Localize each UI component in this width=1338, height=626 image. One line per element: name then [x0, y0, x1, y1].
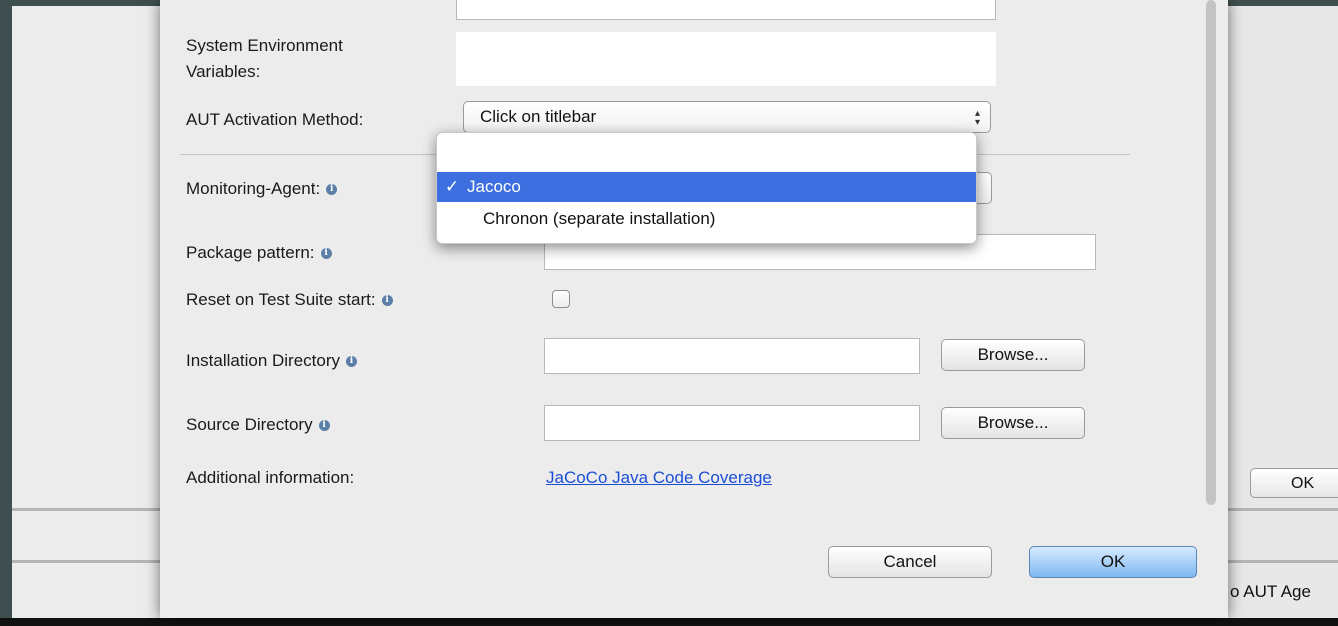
installation-dir-label-text: Installation Directory [186, 351, 341, 370]
installation-dir-label: Installation Directory i [186, 351, 358, 371]
package-pattern-label: Package pattern: i [186, 243, 332, 263]
select-arrows-icon: ▴ ▾ [974, 108, 980, 128]
background-window-right-panel [1228, 6, 1338, 620]
source-dir-label-text: Source Directory [186, 415, 313, 434]
monitoring-agent-dropdown: ✓ Jacoco Chronon (separate installation) [436, 132, 977, 244]
reset-label: Reset on Test Suite start: i [186, 290, 393, 310]
bottom-bar [0, 618, 1338, 626]
option-label: Chronon (separate installation) [483, 209, 716, 228]
option-label: Jacoco [467, 177, 521, 196]
aut-activation-label: AUT Activation Method: [186, 110, 364, 129]
monitoring-agent-label-text: Monitoring-Agent: [186, 179, 321, 198]
dropdown-option-jacoco[interactable]: ✓ Jacoco [437, 172, 976, 202]
source-dir-browse-button[interactable]: Browse... [941, 407, 1085, 439]
aut-activation-select[interactable]: Click on titlebar ▴ ▾ [463, 101, 991, 133]
background-divider-left [12, 508, 162, 511]
system-env-label-line1: System Environment [186, 36, 343, 55]
additional-info-label: Additional information: [186, 468, 355, 487]
scrollbar-thumb[interactable] [1206, 0, 1216, 505]
background-divider-left-lower [12, 560, 162, 563]
reset-label-text: Reset on Test Suite start: [186, 290, 376, 309]
info-icon[interactable]: i [381, 295, 393, 307]
source-dir-input[interactable] [544, 405, 920, 441]
background-ok-button[interactable]: OK [1250, 468, 1338, 498]
background-divider-right-lower [1228, 560, 1338, 563]
system-env-textarea[interactable] [456, 32, 996, 86]
aut-config-dialog: System Environment Variables: AUT Activa… [160, 0, 1228, 618]
monitoring-agent-label: Monitoring-Agent: i [186, 179, 338, 199]
jacoco-link[interactable]: JaCoCo Java Code Coverage [546, 468, 772, 488]
cancel-button[interactable]: Cancel [828, 546, 992, 578]
source-dir-label: Source Directory i [186, 415, 330, 435]
background-status-text: o AUT Age [1230, 582, 1311, 601]
info-icon[interactable]: i [318, 420, 330, 432]
vertical-scrollbar[interactable] [1202, 0, 1220, 520]
ok-button[interactable]: OK [1029, 546, 1197, 578]
system-env-label-line2: Variables: [186, 62, 261, 81]
dropdown-empty-item[interactable] [437, 133, 976, 163]
reset-checkbox[interactable] [552, 290, 570, 308]
info-icon[interactable]: i [326, 184, 338, 196]
installation-dir-browse-button[interactable]: Browse... [941, 339, 1085, 371]
info-icon[interactable]: i [346, 356, 358, 368]
dropdown-option-chronon[interactable]: Chronon (separate installation) [437, 204, 976, 234]
aut-activation-value: Click on titlebar [480, 107, 597, 126]
top-partial-field[interactable] [456, 0, 996, 20]
package-pattern-label-text: Package pattern: [186, 243, 315, 262]
background-divider-right [1228, 508, 1338, 511]
checkmark-icon: ✓ [444, 177, 460, 196]
installation-dir-input[interactable] [544, 338, 920, 374]
info-icon[interactable]: i [320, 248, 332, 260]
